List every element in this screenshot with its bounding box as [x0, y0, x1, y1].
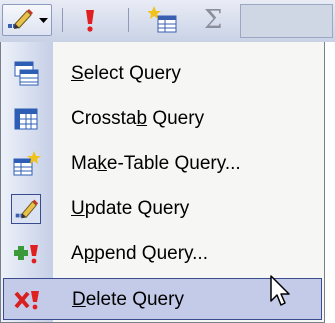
- menu-item-update-query[interactable]: Update Query: [3, 188, 322, 230]
- menu-item-label: Make-Table Query...: [71, 153, 241, 174]
- make-table-query-icon: [13, 151, 41, 176]
- append-query-icon: [14, 245, 38, 264]
- exclamation-icon: [86, 10, 94, 32]
- show-table-button[interactable]: [147, 6, 178, 41]
- run-button[interactable]: [84, 9, 96, 38]
- menu-item-label: Delete Query: [72, 289, 184, 310]
- crosstab-query-icon: [14, 108, 38, 130]
- update-query-pencil-icon: [8, 9, 33, 29]
- menu-item-append-query[interactable]: Append Query...: [3, 233, 322, 275]
- delete-query-icon: [14, 291, 39, 310]
- menu-item-label: Append Query...: [71, 243, 208, 264]
- menu-item-label: Update Query: [71, 198, 190, 219]
- menu-item-select-query[interactable]: Select Query: [3, 53, 322, 95]
- toolbar-separator: [128, 8, 129, 32]
- select-query-icon: [14, 61, 39, 86]
- update-query-icon: [11, 194, 41, 224]
- show-table-icon: [147, 6, 177, 33]
- query-toolbar: Σ: [0, 0, 335, 42]
- toolbar-separator: [62, 8, 63, 32]
- menu-item-crosstab-query[interactable]: Crosstab Query: [3, 98, 322, 140]
- menu-item-label: Select Query: [71, 63, 181, 84]
- mouse-pointer-icon: [270, 275, 290, 306]
- query-type-dropdown-button[interactable]: [2, 4, 52, 36]
- toolbar-empty-area: [240, 4, 333, 38]
- sigma-icon[interactable]: Σ: [204, 5, 222, 35]
- menu-item-label: Crosstab Query: [71, 108, 205, 129]
- chevron-down-icon: [39, 18, 48, 23]
- menu-item-make-table-query[interactable]: Make-Table Query...: [3, 143, 322, 185]
